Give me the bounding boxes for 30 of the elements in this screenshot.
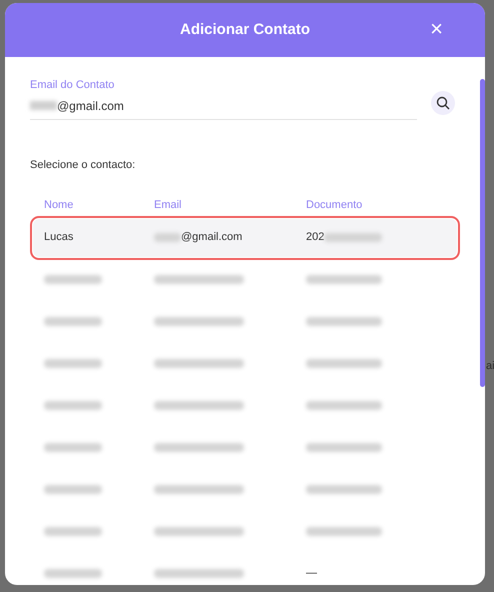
field-value: @gmail.com <box>57 98 124 114</box>
close-button[interactable]: × <box>430 18 443 40</box>
blurred-text <box>30 101 57 110</box>
blurred-text <box>324 233 382 242</box>
table-cell-text: Lucas <box>44 230 74 246</box>
table-cell-text: 202 <box>306 230 324 246</box>
table-row[interactable]: — <box>33 554 457 585</box>
blurred-text <box>44 443 102 452</box>
field-label: Email do Contato <box>30 78 116 93</box>
scrollbar-thumb[interactable] <box>480 79 485 387</box>
backdrop-text: ai <box>486 359 494 374</box>
blurred-text <box>44 401 102 410</box>
blurred-text <box>44 527 102 536</box>
table-row[interactable]: Lucas @gmail.com 202 <box>33 218 457 256</box>
instruction-text: Selecione o contacto: <box>29 158 136 172</box>
blurred-text <box>154 233 181 242</box>
table-cell-text: @gmail.com <box>181 230 242 246</box>
column-header: Nome <box>44 198 74 213</box>
dialog-title: Adicionar Contato <box>180 20 310 40</box>
blurred-text <box>44 317 102 326</box>
search-icon <box>436 96 450 110</box>
blurred-text <box>44 485 102 494</box>
search-button[interactable] <box>431 90 455 114</box>
blurred-text <box>44 359 102 368</box>
column-header: Documento <box>306 198 364 213</box>
blurred-text <box>44 569 102 578</box>
table-cell-text: — <box>306 566 317 582</box>
column-header: Email <box>154 198 183 213</box>
blurred-text <box>44 275 102 284</box>
email-input-field[interactable]: Email do Contato @gmail.com <box>30 77 417 120</box>
